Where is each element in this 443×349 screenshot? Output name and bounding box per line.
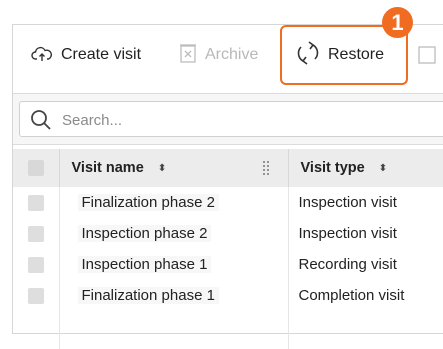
- select-all-checkbox[interactable]: [28, 160, 44, 176]
- table-row[interactable]: Finalization phase 2 Inspection visit: [13, 187, 443, 218]
- visit-type-cell: Recording visit: [288, 249, 443, 280]
- search-icon: [30, 109, 52, 136]
- table-row[interactable]: Finalization phase 1 Completion visit: [13, 280, 443, 311]
- toolbar: Create visit Archive Restore: [13, 25, 443, 85]
- step-badge: 1: [382, 7, 413, 38]
- restore-cycle-icon: [296, 40, 320, 71]
- row-checkbox-cell: [13, 249, 60, 280]
- more-toolbar-icon[interactable]: [417, 39, 437, 71]
- row-checkbox[interactable]: [28, 194, 44, 211]
- visit-name-cell: Finalization phase 1: [59, 280, 289, 311]
- sort-icon[interactable]: ⬍: [379, 163, 387, 174]
- visit-type-cell: Inspection visit: [288, 187, 443, 218]
- column-visit-name-label: Visit name: [71, 160, 144, 176]
- row-checkbox[interactable]: [28, 225, 44, 242]
- search-bar: [13, 93, 443, 145]
- visit-type: Inspection visit: [298, 225, 397, 242]
- visits-table: Visit name ⬍ Visit type ⬍ Finalization p…: [13, 149, 443, 349]
- visit-name-cell: Inspection phase 1: [59, 249, 289, 280]
- row-checkbox-cell: [13, 187, 60, 218]
- create-visit-button[interactable]: Create visit: [31, 39, 141, 71]
- visit-name: Finalization phase 2: [77, 194, 219, 211]
- visit-type: Recording visit: [298, 256, 397, 273]
- archive-box-icon: [179, 42, 197, 69]
- column-visit-type-label: Visit type: [300, 160, 365, 176]
- table-row[interactable]: Inspection phase 1 Recording visit: [13, 249, 443, 280]
- sort-icon[interactable]: ⬍: [158, 163, 166, 174]
- column-grip-icon[interactable]: [262, 160, 270, 176]
- visit-type: Completion visit: [298, 287, 405, 304]
- visit-name: Inspection phase 1: [77, 256, 212, 273]
- table-header-row: Visit name ⬍ Visit type ⬍: [13, 149, 443, 187]
- column-visit-type[interactable]: Visit type ⬍: [288, 149, 443, 187]
- visit-name-cell: Finalization phase 2: [59, 187, 289, 218]
- visit-type: Inspection visit: [298, 194, 397, 211]
- visits-panel: Create visit Archive Restore Search... V…: [12, 24, 443, 349]
- empty-row: [13, 311, 443, 349]
- search-box: [19, 101, 443, 137]
- row-checkbox-cell: [13, 218, 60, 249]
- visit-name-cell: Inspection phase 2: [59, 218, 289, 249]
- restore-label: Restore: [328, 46, 385, 63]
- archive-label: Archive: [205, 46, 259, 63]
- archive-button[interactable]: Archive: [179, 39, 258, 71]
- visit-type-cell: Completion visit: [288, 280, 443, 311]
- cloud-upload-icon: [31, 44, 53, 67]
- table-row[interactable]: Inspection phase 2 Inspection visit: [13, 218, 443, 249]
- create-visit-label: Create visit: [61, 46, 142, 63]
- visit-name: Inspection phase 2: [77, 225, 212, 242]
- row-checkbox[interactable]: [28, 256, 44, 273]
- search-input[interactable]: [60, 106, 443, 134]
- visit-type-cell: Inspection visit: [288, 218, 443, 249]
- row-checkbox-cell: [13, 280, 60, 311]
- select-all-cell: [13, 149, 60, 187]
- visit-name: Finalization phase 1: [77, 287, 219, 304]
- row-checkbox[interactable]: [28, 287, 44, 304]
- column-visit-name[interactable]: Visit name ⬍: [59, 149, 289, 187]
